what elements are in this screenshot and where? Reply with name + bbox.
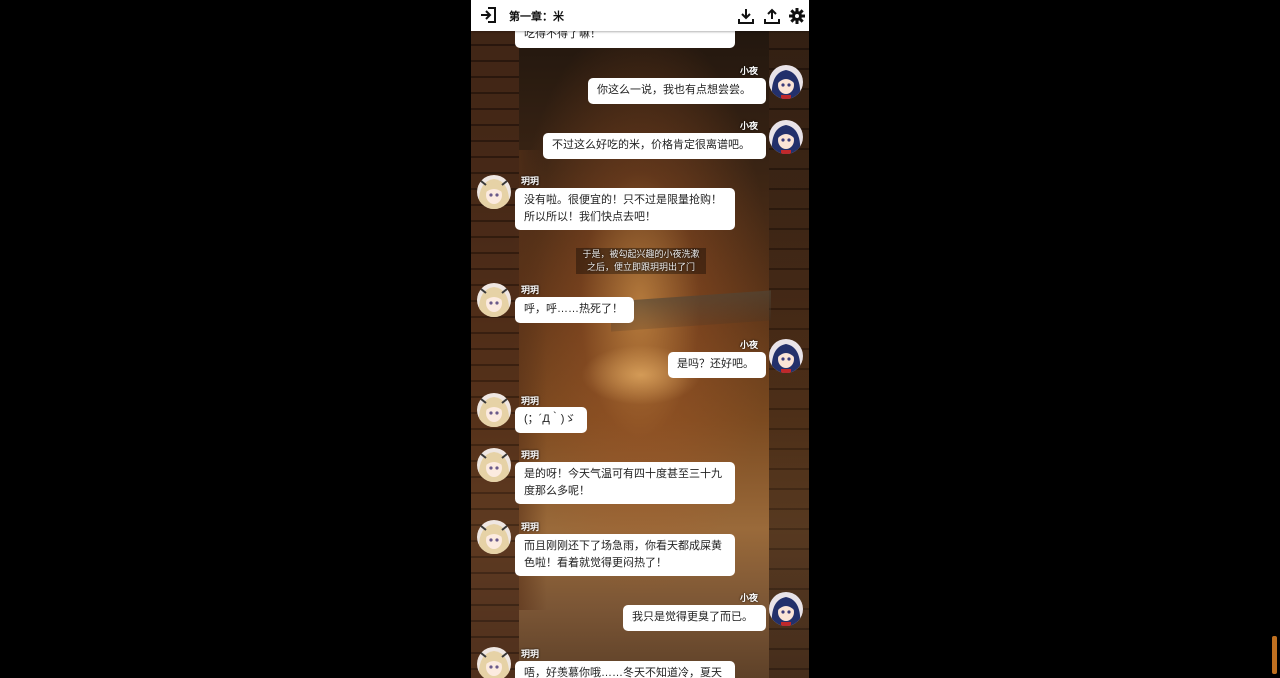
avatar-yueyue — [477, 393, 511, 427]
avatar-xiaoye — [769, 339, 803, 373]
speaker-name: 小夜 — [740, 593, 759, 603]
avatar-yueyue — [477, 283, 511, 317]
message-bubble[interactable]: 我只是觉得更臭了而已。 — [623, 605, 766, 631]
avatar-yueyue — [477, 647, 511, 678]
speaker-name: 玥玥 — [521, 176, 540, 186]
message-bubble[interactable]: 是的呀！今天气温可有四十度甚至三十九 度那么多呢！ — [515, 462, 735, 504]
download-icon[interactable] — [736, 6, 756, 26]
speaker-name: 玥玥 — [521, 285, 540, 295]
speaker-name: 小夜 — [740, 66, 759, 76]
speaker-name: 小夜 — [740, 340, 759, 350]
speaker-name: 玥玥 — [521, 522, 540, 532]
message-bubble[interactable]: 呼，呼……热死了！ — [515, 297, 634, 323]
avatar-xiaoye — [769, 120, 803, 154]
scrollbar-thumb[interactable] — [1272, 636, 1277, 674]
message-bubble[interactable]: 没有啦。很便宜的！只不过是限量抢购！ 所以所以！我们快点去吧！ — [515, 188, 735, 230]
avatar-xiaoye — [769, 65, 803, 99]
background-awning — [611, 290, 771, 332]
background-wall-left — [471, 30, 519, 678]
narration-text: 于是，被勾起兴趣的小夜洗漱 之后，便立即跟玥玥出了门 — [576, 248, 706, 274]
avatar-xiaoye — [769, 592, 803, 626]
message-bubble[interactable]: 而且刚刚还下了场急雨，你看天都成屎黄 色啦！看着就觉得更闷热了！ — [515, 534, 735, 576]
speaker-name: 玥玥 — [521, 649, 540, 659]
speaker-name: 玥玥 — [521, 396, 540, 406]
gear-icon[interactable] — [787, 6, 807, 26]
upload-icon[interactable] — [762, 6, 782, 26]
avatar-yueyue — [477, 520, 511, 554]
speaker-name: 小夜 — [740, 121, 759, 131]
game-screen: 第一章：米 吃得不得了嘛！ 小夜 你这么一说，我也有点想尝尝。 小夜 不过这么好… — [471, 0, 809, 678]
speaker-name: 玥玥 — [521, 450, 540, 460]
message-bubble[interactable]: 你这么一说，我也有点想尝尝。 — [588, 78, 766, 104]
avatar-yueyue — [477, 175, 511, 209]
avatar-yueyue — [477, 448, 511, 482]
message-bubble[interactable]: 是吗？还好吧。 — [668, 352, 766, 378]
message-bubble[interactable]: 唔，好羡慕你哦……冬天不知道冷，夏天 — [515, 661, 735, 678]
exit-icon[interactable] — [479, 5, 499, 25]
chapter-title: 第一章：米 — [509, 11, 564, 23]
top-bar: 第一章：米 — [471, 0, 809, 31]
message-bubble[interactable]: (；´Д｀)ゞ — [515, 407, 587, 433]
message-bubble[interactable]: 不过这么好吃的米，价格肯定很离谱吧。 — [543, 133, 766, 159]
